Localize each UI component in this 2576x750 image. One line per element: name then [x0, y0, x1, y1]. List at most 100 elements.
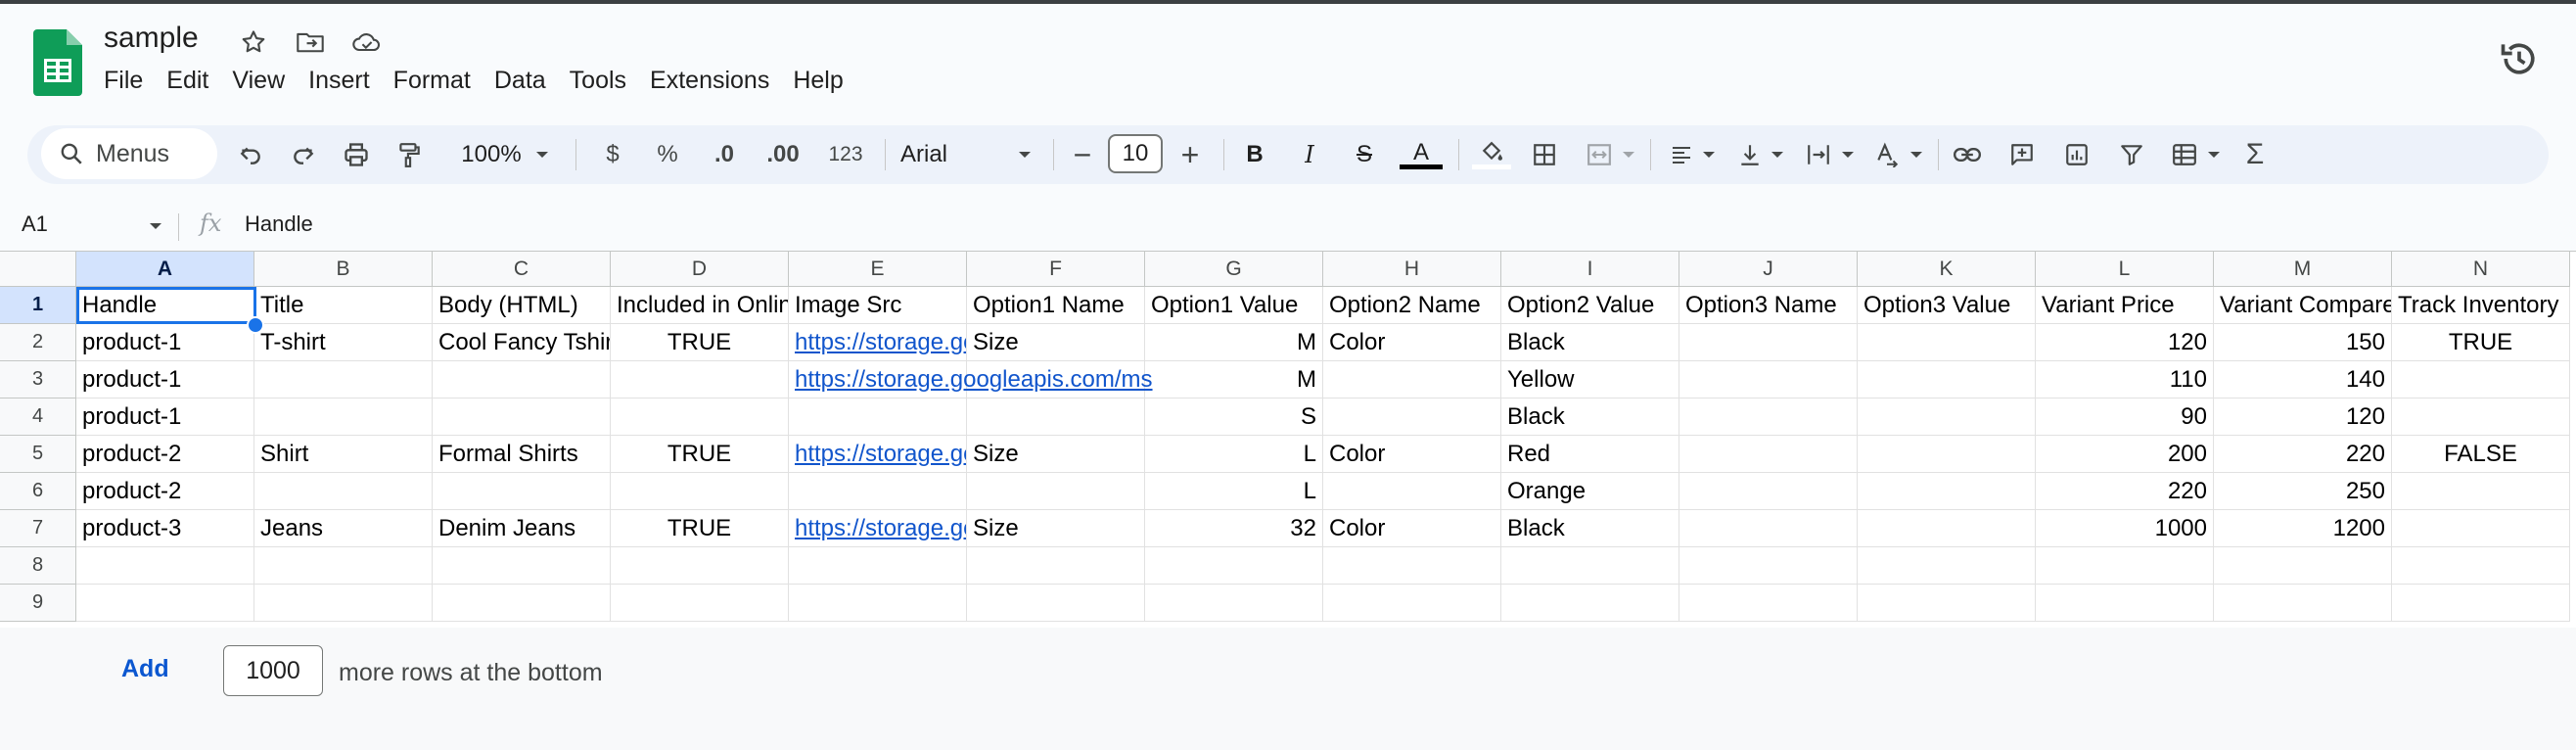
decrease-decimal-button[interactable]: .0: [703, 125, 746, 184]
cell-b5[interactable]: Shirt: [254, 436, 433, 473]
cell-k9[interactable]: [1858, 585, 2036, 622]
row-header-3[interactable]: 3: [0, 361, 76, 398]
rows-count-input[interactable]: 1000: [223, 645, 323, 696]
cell-i3[interactable]: Yellow: [1501, 361, 1679, 398]
cell-e7[interactable]: https://storage.go: [789, 510, 967, 547]
text-wrap-icon[interactable]: [1799, 125, 1838, 184]
cell-i2[interactable]: Black: [1501, 324, 1679, 361]
column-header-k[interactable]: K: [1858, 252, 2036, 287]
zoom-select[interactable]: 100%: [452, 125, 530, 184]
column-header-g[interactable]: G: [1145, 252, 1323, 287]
font-size-decrease-button[interactable]: −: [1063, 125, 1102, 184]
cell-g5[interactable]: L: [1145, 436, 1323, 473]
cell-h5[interactable]: Color: [1323, 436, 1501, 473]
cell-e4[interactable]: [789, 398, 967, 436]
cell-k8[interactable]: [1858, 547, 2036, 585]
cell-j8[interactable]: [1679, 547, 1858, 585]
cell-c9[interactable]: [433, 585, 611, 622]
cell-g3[interactable]: M: [1145, 361, 1323, 398]
cell-a1[interactable]: Handle: [76, 287, 254, 324]
row-header-5[interactable]: 5: [0, 436, 76, 473]
cell-k3[interactable]: [1858, 361, 2036, 398]
font-size-increase-button[interactable]: +: [1171, 125, 1210, 184]
cell-d6[interactable]: [611, 473, 789, 510]
row-header-4[interactable]: 4: [0, 398, 76, 436]
cell-d7[interactable]: TRUE: [611, 510, 789, 547]
cell-k1[interactable]: Option3 Value: [1858, 287, 2036, 324]
percent-format-button[interactable]: %: [648, 125, 687, 184]
column-header-d[interactable]: D: [611, 252, 789, 287]
cell-h2[interactable]: Color: [1323, 324, 1501, 361]
cell-n4[interactable]: [2392, 398, 2570, 436]
text-color-button[interactable]: A: [1398, 125, 1445, 184]
cell-c7[interactable]: Denim Jeans: [433, 510, 611, 547]
sheets-logo-icon[interactable]: [33, 29, 82, 96]
insert-chart-icon[interactable]: [2057, 125, 2096, 184]
vertical-align-icon[interactable]: [1730, 125, 1770, 184]
cell-d3[interactable]: [611, 361, 789, 398]
menu-file[interactable]: File: [92, 65, 155, 104]
menu-data[interactable]: Data: [483, 65, 558, 104]
cell-d1[interactable]: Included in Onlin: [611, 287, 789, 324]
cell-f7[interactable]: Size: [967, 510, 1145, 547]
merge-dropdown-icon[interactable]: [1619, 125, 1638, 184]
cell-a2[interactable]: product-1: [76, 324, 254, 361]
fill-color-icon[interactable]: [1468, 125, 1515, 184]
cell-l5[interactable]: 200: [2036, 436, 2214, 473]
undo-icon[interactable]: [231, 125, 270, 184]
cell-a7[interactable]: product-3: [76, 510, 254, 547]
row-header-7[interactable]: 7: [0, 510, 76, 547]
cell-c6[interactable]: [433, 473, 611, 510]
column-header-a[interactable]: A: [76, 252, 254, 287]
row-header-2[interactable]: 2: [0, 324, 76, 361]
cell-k4[interactable]: [1858, 398, 2036, 436]
borders-icon[interactable]: [1525, 125, 1564, 184]
cell-n8[interactable]: [2392, 547, 2570, 585]
column-header-l[interactable]: L: [2036, 252, 2214, 287]
cell-n9[interactable]: [2392, 585, 2570, 622]
document-title[interactable]: sample: [104, 22, 199, 55]
column-header-j[interactable]: J: [1679, 252, 1858, 287]
vertical-align-dropdown-icon[interactable]: [1768, 125, 1787, 184]
cell-i5[interactable]: Red: [1501, 436, 1679, 473]
cell-b1[interactable]: Title: [254, 287, 433, 324]
strikethrough-button[interactable]: S: [1345, 125, 1384, 184]
cell-j2[interactable]: [1679, 324, 1858, 361]
name-box-dropdown-icon[interactable]: [149, 221, 162, 231]
cell-a6[interactable]: product-2: [76, 473, 254, 510]
search-menus[interactable]: Menus: [41, 128, 217, 179]
cell-e3[interactable]: https://storage.googleapis.com/ms: [789, 361, 1153, 398]
cell-d5[interactable]: TRUE: [611, 436, 789, 473]
cell-f8[interactable]: [967, 547, 1145, 585]
cell-l9[interactable]: [2036, 585, 2214, 622]
cell-a3[interactable]: product-1: [76, 361, 254, 398]
cell-g2[interactable]: M: [1145, 324, 1323, 361]
cell-h3[interactable]: [1323, 361, 1501, 398]
cell-l2[interactable]: 120: [2036, 324, 2214, 361]
menu-insert[interactable]: Insert: [297, 65, 382, 104]
cell-c5[interactable]: Formal Shirts: [433, 436, 611, 473]
cell-d4[interactable]: [611, 398, 789, 436]
spreadsheet-grid[interactable]: A B C D E F G H I J K L M N 1 Handle Title Body (HTML) Inc…: [0, 251, 2576, 629]
cell-l6[interactable]: 220: [2036, 473, 2214, 510]
cell-i7[interactable]: Black: [1501, 510, 1679, 547]
column-header-b[interactable]: B: [254, 252, 433, 287]
menu-view[interactable]: View: [220, 65, 297, 104]
insert-link-icon[interactable]: [1948, 125, 1987, 184]
cell-m5[interactable]: 220: [2214, 436, 2392, 473]
cell-n3[interactable]: [2392, 361, 2570, 398]
cell-m9[interactable]: [2214, 585, 2392, 622]
cell-k7[interactable]: [1858, 510, 2036, 547]
cell-k5[interactable]: [1858, 436, 2036, 473]
row-header-6[interactable]: 6: [0, 473, 76, 510]
cell-f4[interactable]: [967, 398, 1145, 436]
cell-e9[interactable]: [789, 585, 967, 622]
cell-k2[interactable]: [1858, 324, 2036, 361]
cell-h4[interactable]: [1323, 398, 1501, 436]
column-header-i[interactable]: I: [1501, 252, 1679, 287]
cell-l8[interactable]: [2036, 547, 2214, 585]
cell-f9[interactable]: [967, 585, 1145, 622]
cell-e1[interactable]: Image Src: [789, 287, 967, 324]
cell-b3[interactable]: [254, 361, 433, 398]
text-rotation-icon[interactable]: [1867, 125, 1907, 184]
